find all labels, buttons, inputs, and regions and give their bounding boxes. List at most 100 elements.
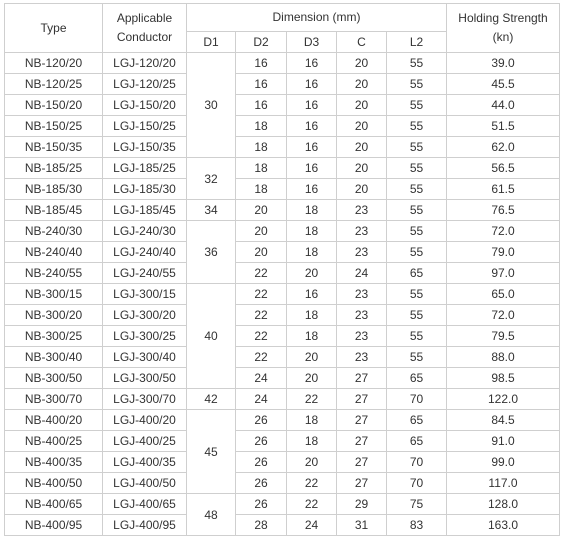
cell-l2: 55 [386,52,447,74]
cell-type: NB-300/15 [4,283,103,305]
cell-d2: 26 [235,409,287,431]
cell-c: 27 [336,388,387,410]
table-row: NB-300/20 LGJ-300/20 22 18 23 55 72.0 [4,304,560,326]
cell-holding-strength: 98.5 [446,367,560,389]
cell-d3: 22 [286,493,337,515]
header-d1: D1 [186,31,236,53]
table-row: NB-400/20 LGJ-400/20 45 26 18 27 65 84.5 [4,409,560,494]
table-row: NB-240/40 LGJ-240/40 20 18 23 55 79.0 [4,241,560,263]
cell-type: NB-185/25 [4,157,103,179]
table-row: NB-120/20 LGJ-120/20 30 16 16 20 55 39.0 [4,52,560,158]
cell-c: 23 [336,241,387,263]
cell-d2: 18 [235,136,287,158]
cell-d3: 16 [286,157,337,179]
cell-d3: 18 [286,430,337,452]
cell-l2: 55 [386,136,447,158]
cell-d3: 16 [286,115,337,137]
cell-d2: 16 [235,52,287,74]
cell-d2: 24 [235,367,287,389]
cell-conductor: LGJ-150/20 [102,94,187,116]
cell-d1: 40 [186,283,236,389]
cell-holding-strength: 79.0 [446,241,560,263]
cell-holding-strength: 62.0 [446,136,560,158]
table-row: NB-185/25 LGJ-185/25 32 18 16 20 55 56.5 [4,157,560,200]
cell-conductor: LGJ-400/65 [102,493,187,515]
cell-l2: 55 [386,220,447,242]
cell-d3: 16 [286,52,337,74]
cell-d2: 22 [235,283,287,305]
cell-holding-strength: 84.5 [446,409,560,431]
cell-type: NB-400/50 [4,472,103,494]
cell-d3: 20 [286,451,337,473]
cell-d3: 20 [286,346,337,368]
cell-d3: 18 [286,304,337,326]
table-row: NB-240/30 LGJ-240/30 36 20 18 23 55 72.0 [4,220,560,284]
cell-l2: 83 [386,514,447,536]
cell-l2: 55 [386,94,447,116]
cell-d2: 28 [235,514,287,536]
cell-holding-strength: 99.0 [446,451,560,473]
cell-conductor: LGJ-400/20 [102,409,187,431]
cell-c: 20 [336,178,387,200]
cell-d1: 32 [186,157,236,200]
cell-d2: 16 [235,73,287,95]
cell-d2: 26 [235,451,287,473]
table-row: NB-300/40 LGJ-300/40 22 20 23 55 88.0 [4,346,560,368]
cell-d2: 16 [235,94,287,116]
cell-type: NB-240/40 [4,241,103,263]
cell-l2: 65 [386,262,447,284]
cell-c: 23 [336,304,387,326]
table-row: NB-300/15 LGJ-300/15 40 22 16 23 55 65.0 [4,283,560,389]
cell-d1: 42 [186,388,236,410]
cell-holding-strength: 76.5 [446,199,560,221]
cell-holding-strength: 39.0 [446,52,560,74]
cell-type: NB-120/20 [4,52,103,74]
cell-d2: 18 [235,115,287,137]
cell-d3: 16 [286,94,337,116]
cell-d2: 20 [235,220,287,242]
cell-l2: 55 [386,346,447,368]
cell-d1: 34 [186,199,236,221]
cell-conductor: LGJ-400/25 [102,430,187,452]
cell-d3: 16 [286,283,337,305]
cell-d1: 30 [186,52,236,158]
cell-d3: 18 [286,220,337,242]
cell-conductor: LGJ-185/45 [102,199,187,221]
cell-l2: 70 [386,451,447,473]
table-row: NB-240/55 LGJ-240/55 22 20 24 65 97.0 [4,262,560,284]
cell-conductor: LGJ-150/25 [102,115,187,137]
cell-c: 27 [336,472,387,494]
cell-holding-strength: 65.0 [446,283,560,305]
cell-c: 20 [336,157,387,179]
cell-type: NB-300/50 [4,367,103,389]
cell-l2: 70 [386,388,447,410]
cell-l2: 65 [386,430,447,452]
cell-c: 23 [336,346,387,368]
table-row: NB-400/50 LGJ-400/50 26 22 27 70 117.0 [4,472,560,494]
cell-conductor: LGJ-240/40 [102,241,187,263]
cell-d3: 16 [286,73,337,95]
cell-type: NB-400/65 [4,493,103,515]
table-row: NB-400/35 LGJ-400/35 26 20 27 70 99.0 [4,451,560,473]
cell-type: NB-400/35 [4,451,103,473]
cell-type: NB-400/95 [4,514,103,536]
cell-l2: 65 [386,409,447,431]
cell-conductor: LGJ-120/20 [102,52,187,74]
header-row: Type Applicable Conductor Dimension (mm)… [4,3,560,53]
header-holding-strength: Holding Strength (kn) [446,3,560,53]
cell-l2: 55 [386,157,447,179]
cell-l2: 55 [386,178,447,200]
cell-c: 27 [336,430,387,452]
cell-c: 20 [336,136,387,158]
cell-type: NB-300/70 [4,388,103,410]
cell-holding-strength: 117.0 [446,472,560,494]
cell-c: 23 [336,199,387,221]
cell-d3: 22 [286,388,337,410]
table-row: NB-150/20 LGJ-150/20 16 16 20 55 44.0 [4,94,560,116]
table-row: NB-400/95 LGJ-400/95 28 24 31 83 163.0 [4,514,560,536]
cell-conductor: LGJ-240/30 [102,220,187,242]
cell-type: NB-120/25 [4,73,103,95]
specification-table: Type Applicable Conductor Dimension (mm)… [4,3,560,536]
cell-d3: 18 [286,241,337,263]
cell-holding-strength: 88.0 [446,346,560,368]
